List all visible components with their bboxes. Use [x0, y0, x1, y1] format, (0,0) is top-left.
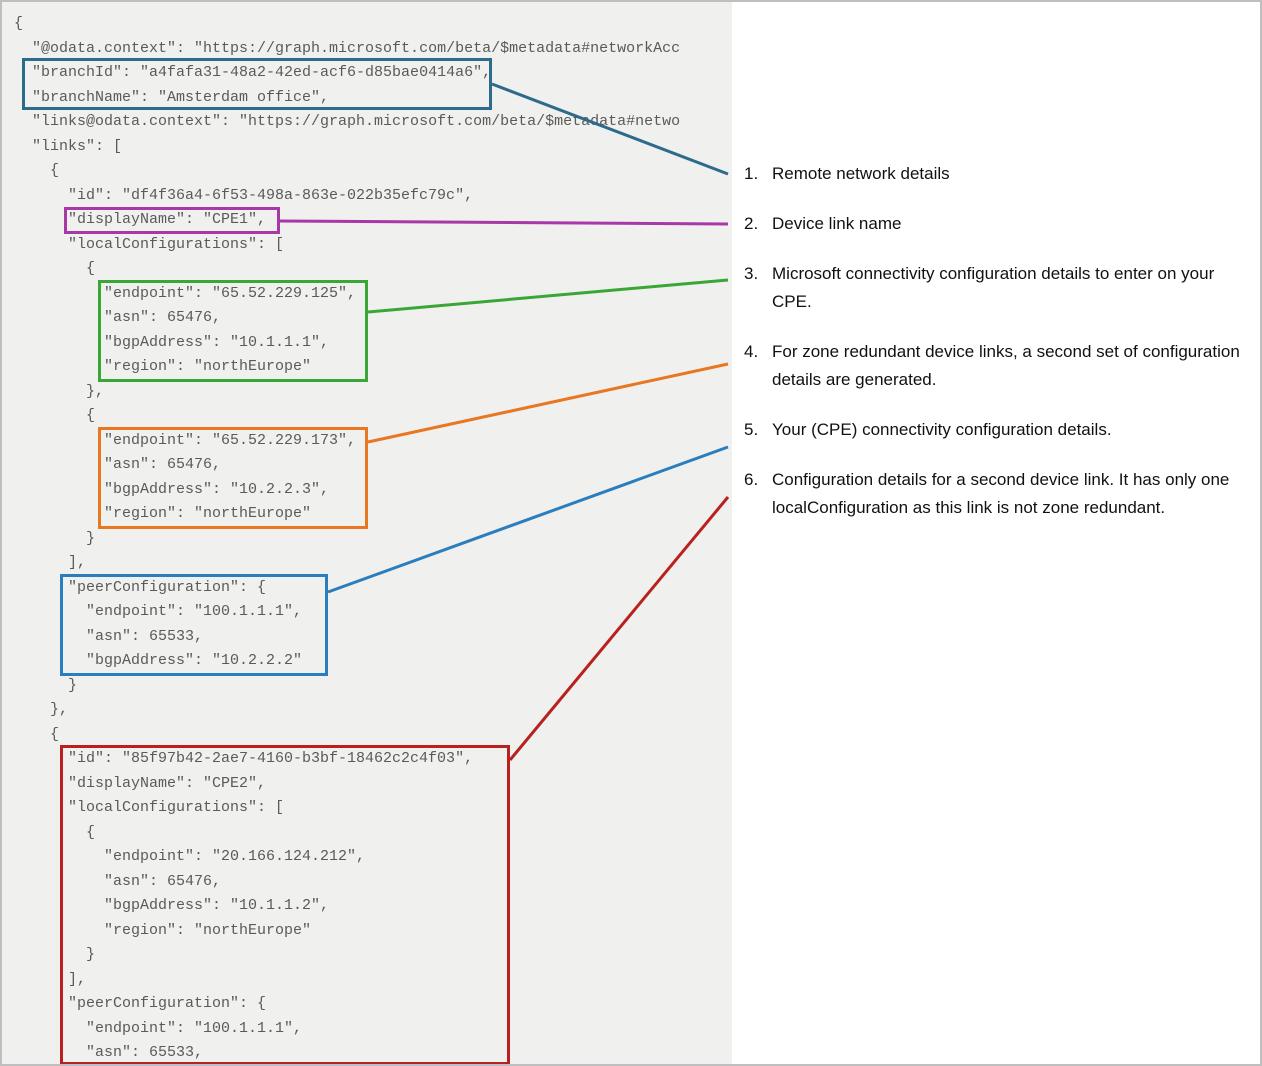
- code-line: "localConfigurations": [: [14, 796, 732, 821]
- code-line: "asn": 65476,: [14, 306, 732, 331]
- code-line: "links@odata.context": "https://graph.mi…: [14, 110, 732, 135]
- code-line: "localConfigurations": [: [14, 233, 732, 258]
- code-line: }: [14, 674, 732, 699]
- code-line: "endpoint": "100.1.1.1",: [14, 600, 732, 625]
- code-line: "displayName": "CPE2",: [14, 772, 732, 797]
- code-line: ],: [14, 551, 732, 576]
- code-line: },: [14, 698, 732, 723]
- code-line: "id": "85f97b42-2ae7-4160-b3bf-18462c2c4…: [14, 747, 732, 772]
- code-line-branch-name: "branchName": "Amsterdam office",: [14, 86, 732, 111]
- code-line: },: [14, 380, 732, 405]
- annotation-3: 3. Microsoft connectivity configuration …: [744, 260, 1242, 316]
- code-line: "bgpAddress": "10.2.2.2": [14, 649, 732, 674]
- annotation-text: Remote network details: [772, 160, 1242, 188]
- annotation-6: 6. Configuration details for a second de…: [744, 466, 1242, 522]
- code-line: "asn": 65476,: [14, 453, 732, 478]
- code-line: {: [14, 821, 732, 846]
- code-line-display-name-1: "displayName": "CPE1",: [14, 208, 732, 233]
- code-line: ],: [14, 968, 732, 993]
- annotation-text: Microsoft connectivity configuration det…: [772, 260, 1242, 316]
- code-line: {: [14, 12, 732, 37]
- annotation-number: 6.: [744, 466, 772, 494]
- code-line: {: [14, 159, 732, 184]
- code-line: "endpoint": "65.52.229.173",: [14, 429, 732, 454]
- code-line: "region": "northEurope": [14, 919, 732, 944]
- json-code-block: { "@odata.context": "https://graph.micro…: [2, 2, 732, 1064]
- code-line: "links": [: [14, 135, 732, 160]
- code-line: {: [14, 723, 732, 748]
- annotation-list: 1. Remote network details 2. Device link…: [732, 2, 1260, 1064]
- code-line: }: [14, 527, 732, 552]
- code-line: "region": "northEurope": [14, 502, 732, 527]
- code-line-branch-id: "branchId": "a4fafa31-48a2-42ed-acf6-d85…: [14, 61, 732, 86]
- code-line: "asn": 65533,: [14, 625, 732, 650]
- annotation-text: For zone redundant device links, a secon…: [772, 338, 1242, 394]
- code-line: }: [14, 943, 732, 968]
- code-line: "bgpAddress": "10.1.1.1",: [14, 331, 732, 356]
- annotation-2: 2. Device link name: [744, 210, 1242, 238]
- annotation-number: 2.: [744, 210, 772, 238]
- code-line: "region": "northEurope": [14, 355, 732, 380]
- annotation-4: 4. For zone redundant device links, a se…: [744, 338, 1242, 394]
- annotation-1: 1. Remote network details: [744, 160, 1242, 188]
- annotation-number: 3.: [744, 260, 772, 288]
- code-line: "bgpAddress": "10.2.2.3",: [14, 478, 732, 503]
- annotation-number: 5.: [744, 416, 772, 444]
- code-line: "endpoint": "65.52.229.125",: [14, 282, 732, 307]
- annotation-text: Configuration details for a second devic…: [772, 466, 1242, 522]
- code-line: "asn": 65533,: [14, 1041, 732, 1066]
- code-line: "id": "df4f36a4-6f53-498a-863e-022b35efc…: [14, 184, 732, 209]
- annotation-number: 4.: [744, 338, 772, 366]
- code-line: "peerConfiguration": {: [14, 992, 732, 1017]
- code-line: "asn": 65476,: [14, 870, 732, 895]
- diagram-container: { "@odata.context": "https://graph.micro…: [0, 0, 1262, 1066]
- code-line: "@odata.context": "https://graph.microso…: [14, 37, 732, 62]
- annotation-5: 5. Your (CPE) connectivity configuration…: [744, 416, 1242, 444]
- code-line: {: [14, 257, 732, 282]
- code-line: "bgpAddress": "10.1.1.2",: [14, 894, 732, 919]
- annotation-text: Your (CPE) connectivity configuration de…: [772, 416, 1242, 444]
- code-line-peer-open: "peerConfiguration": {: [14, 576, 732, 601]
- code-line: "endpoint": "100.1.1.1",: [14, 1017, 732, 1042]
- annotation-text: Device link name: [772, 210, 1242, 238]
- code-line: "endpoint": "20.166.124.212",: [14, 845, 732, 870]
- code-line: {: [14, 404, 732, 429]
- annotation-number: 1.: [744, 160, 772, 188]
